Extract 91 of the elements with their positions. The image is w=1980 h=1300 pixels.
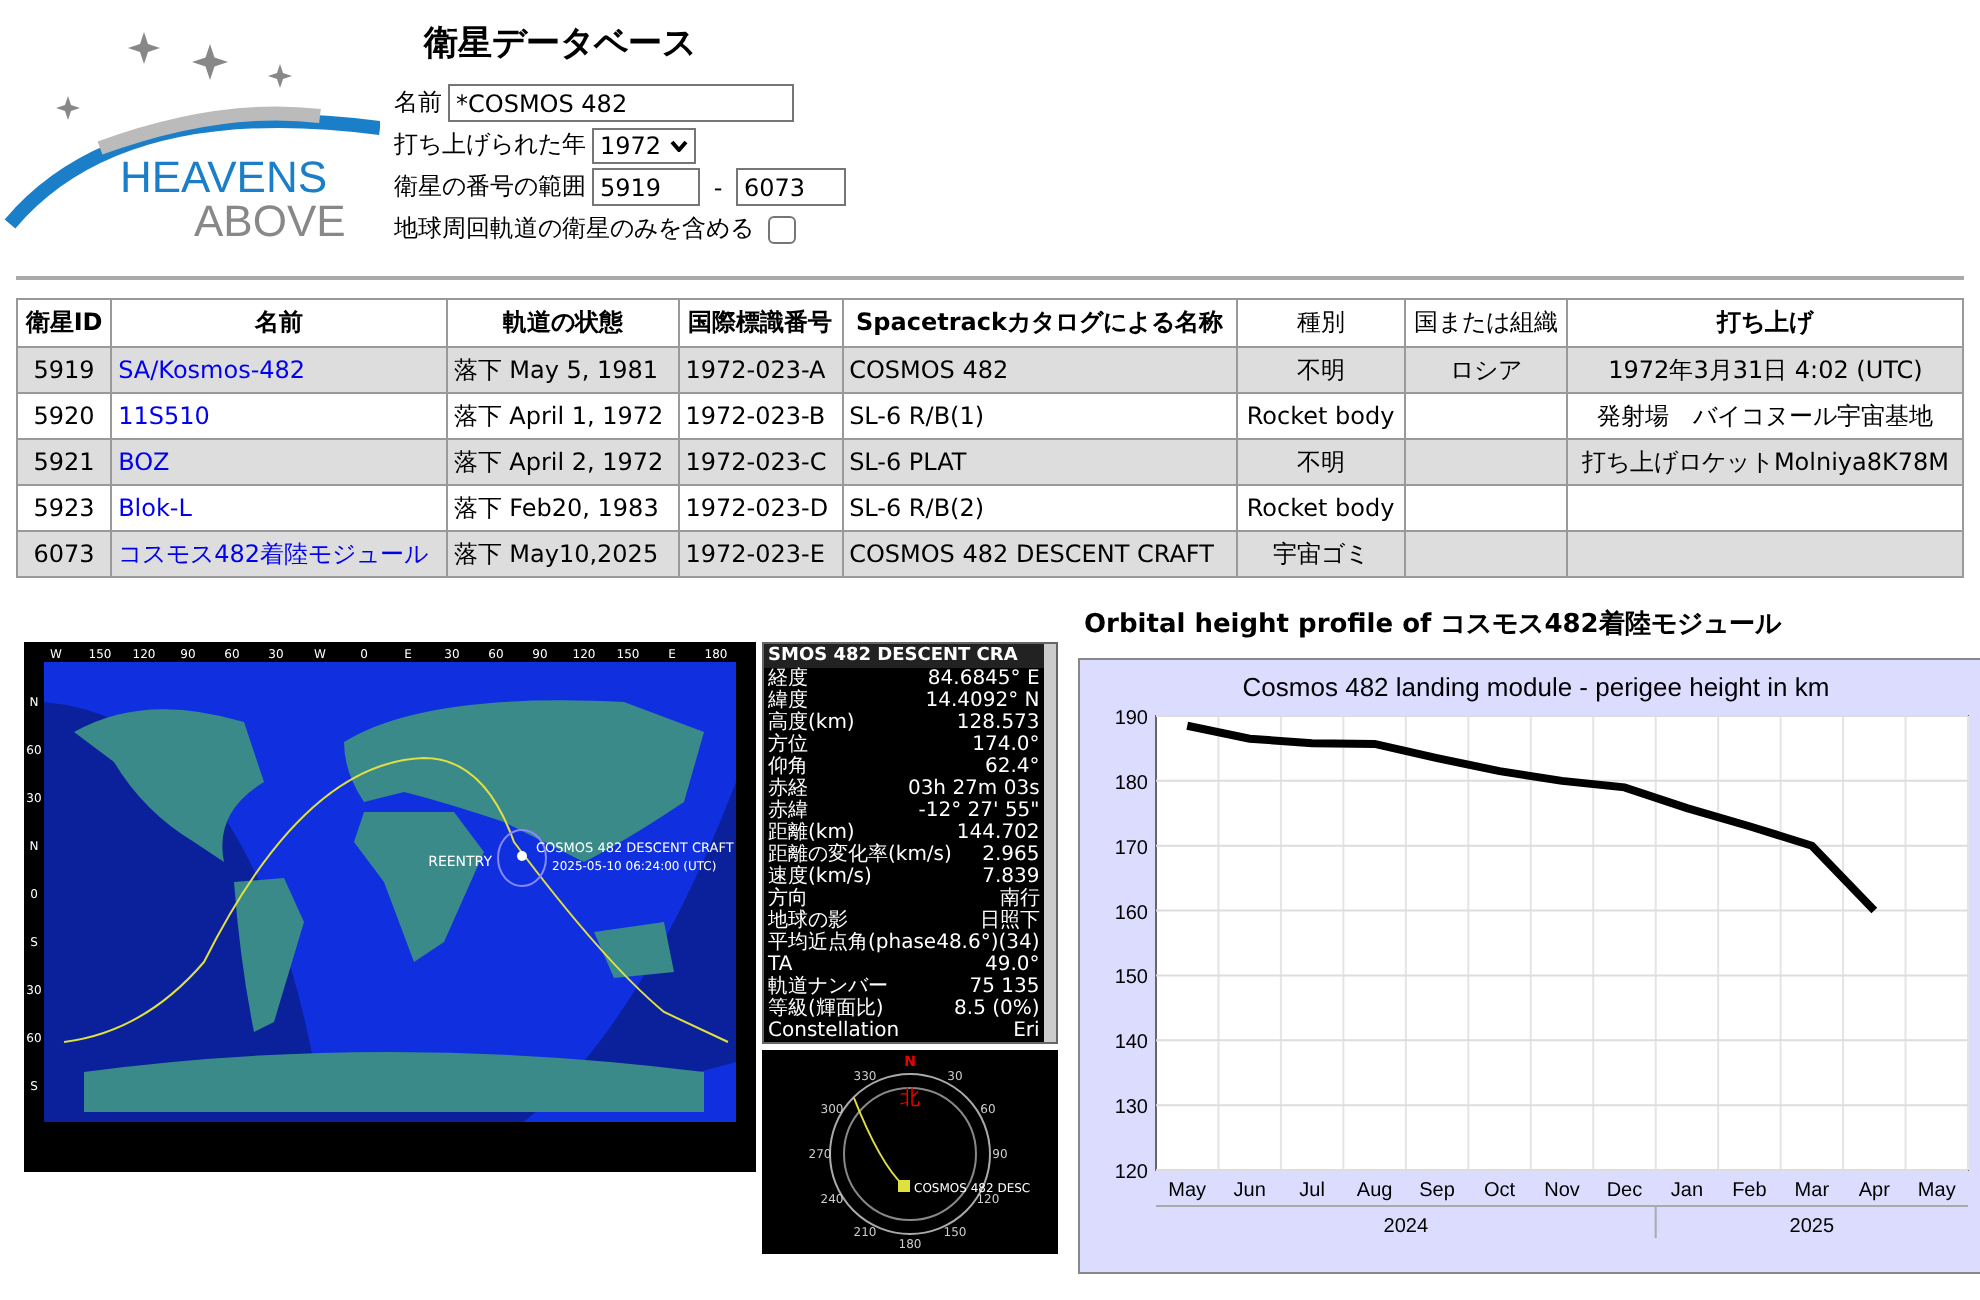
table-cell: COSMOS 482 DESCENT CRAFT bbox=[842, 531, 1237, 577]
x-tick-label: May bbox=[1917, 1180, 1956, 1202]
column-header: 打ち上げ bbox=[1567, 299, 1963, 347]
logo-text: ABOVE bbox=[194, 196, 346, 244]
x-tick-label: Oct bbox=[1484, 1180, 1516, 1202]
info-label: 距離の変化率(km/s) bbox=[768, 844, 952, 866]
info-label: 緯度 bbox=[768, 690, 808, 712]
x-tick-label: Jan bbox=[1670, 1180, 1704, 1202]
field-label: 名前 bbox=[394, 86, 442, 120]
info-label: 方向 bbox=[768, 888, 808, 910]
info-value: 日照下 bbox=[979, 910, 1040, 932]
y-tick-label: 180 bbox=[1114, 772, 1148, 795]
info-label: 等級(輝面比) bbox=[768, 998, 884, 1020]
x-tick-label: Apr bbox=[1858, 1180, 1890, 1202]
info-value: 03h 27m 03s bbox=[907, 778, 1040, 800]
info-label: 赤緯 bbox=[768, 800, 808, 822]
name-input[interactable]: *COSMOS 482 bbox=[448, 84, 794, 122]
x-tick-label: May bbox=[1168, 1180, 1207, 1202]
info-value: 62.4° bbox=[985, 756, 1040, 778]
chart-title: Cosmos 482 landing module - perigee height in km bbox=[1242, 672, 1830, 702]
info-label: 地球の影 bbox=[768, 910, 848, 932]
x-tick-label: Feb bbox=[1732, 1180, 1767, 1202]
info-value: 75 135 bbox=[969, 976, 1040, 998]
info-label: 赤経 bbox=[768, 778, 808, 800]
field-label: 地球周回軌道の衛星のみを含める bbox=[394, 212, 754, 246]
info-label: 距離(km) bbox=[768, 822, 855, 844]
info-value: 128.573 bbox=[956, 712, 1040, 734]
y-tick-label: 120 bbox=[1114, 1162, 1148, 1184]
range-to-input[interactable]: 6073 bbox=[736, 168, 846, 206]
y-tick-label: 140 bbox=[1114, 1032, 1148, 1055]
info-label: Constellation bbox=[768, 1020, 900, 1042]
field-label: 打ち上げられた年 bbox=[394, 128, 586, 162]
satellite-link[interactable]: Blok-L bbox=[118, 494, 192, 522]
x-tick-label: Jun bbox=[1233, 1180, 1266, 1202]
chart-heading: Orbital height profile of コスモス482着陸モジュール bbox=[1084, 607, 1784, 642]
info-value: 7.839 bbox=[982, 866, 1040, 888]
column-header: Spacetrackカタログによる名称 bbox=[842, 299, 1237, 347]
scrollbar[interactable] bbox=[1043, 644, 1056, 1042]
satellite-icon bbox=[898, 1180, 910, 1192]
info-label: 仰角 bbox=[768, 756, 808, 778]
info-value: 49.0° bbox=[985, 954, 1040, 976]
satellite-icon bbox=[517, 851, 527, 861]
year-label: 2025 bbox=[1789, 1216, 1835, 1238]
y-tick-label: 190 bbox=[1114, 708, 1148, 730]
info-value: 南行 bbox=[999, 888, 1040, 910]
panel-title: SMOS 482 DESCENT CRA bbox=[764, 644, 1044, 668]
info-value: 2.965 bbox=[982, 844, 1040, 866]
info-value: 8.5 (0%) bbox=[954, 998, 1040, 1020]
y-tick-label: 160 bbox=[1114, 902, 1148, 925]
column-header: 名前 bbox=[111, 299, 447, 347]
column-header: 軌道の状態 bbox=[446, 299, 679, 347]
page-title: 衛星データベース bbox=[424, 22, 698, 66]
info-label: 平均近点角(phase48.6°) bbox=[768, 932, 999, 954]
info-value: 14.4092° N bbox=[925, 690, 1040, 712]
caret-icon bbox=[669, 139, 688, 151]
info-value: (34) bbox=[998, 932, 1040, 954]
north-kanji-label: 北 bbox=[900, 1088, 920, 1110]
satellite-link[interactable]: 11S510 bbox=[118, 402, 210, 430]
year-select[interactable]: 1972 bbox=[592, 127, 696, 163]
info-value: 144.702 bbox=[956, 822, 1040, 844]
field-label: 衛星の番号の範囲 bbox=[394, 170, 586, 204]
table-cell: 宇宙ゴミ bbox=[1236, 531, 1405, 577]
year-label: 2024 bbox=[1383, 1216, 1429, 1238]
info-label: 高度(km) bbox=[768, 712, 855, 734]
range-from-input[interactable]: 5919 bbox=[592, 168, 700, 206]
x-tick-label: Jul bbox=[1299, 1180, 1325, 1202]
info-value: -12° 27' 55" bbox=[918, 800, 1040, 822]
info-value: 174.0° bbox=[972, 734, 1040, 756]
x-tick-label: Aug bbox=[1356, 1180, 1393, 1202]
y-tick-label: 150 bbox=[1114, 967, 1148, 990]
info-label: TA bbox=[768, 954, 793, 976]
orbit-only-checkbox[interactable] bbox=[768, 215, 796, 243]
column-header: 衛星ID bbox=[17, 299, 112, 347]
satellite-link[interactable]: BOZ bbox=[118, 448, 170, 476]
table-cell: 落下 May10,2025 bbox=[446, 531, 679, 577]
info-label: 方位 bbox=[768, 734, 808, 756]
x-tick-label: Nov bbox=[1544, 1180, 1580, 1202]
info-value: 84.6845° E bbox=[927, 668, 1040, 690]
info-value: Eri bbox=[1013, 1020, 1040, 1042]
table-cell: 1972-023-E bbox=[678, 531, 843, 577]
info-label: 軌道ナンバー bbox=[768, 976, 888, 998]
y-tick-label: 170 bbox=[1114, 837, 1148, 860]
logo-text: HEAVENS bbox=[120, 152, 328, 202]
y-tick-label: 130 bbox=[1114, 1097, 1148, 1120]
x-tick-label: Dec bbox=[1606, 1180, 1643, 1202]
table-cell: 6073 bbox=[17, 531, 112, 577]
x-tick-label: Mar bbox=[1794, 1180, 1830, 1202]
info-label: 速度(km/s) bbox=[768, 866, 872, 888]
range-separator: - bbox=[711, 173, 725, 201]
x-tick-label: Sep bbox=[1419, 1180, 1455, 1202]
info-label: 経度 bbox=[768, 668, 808, 690]
